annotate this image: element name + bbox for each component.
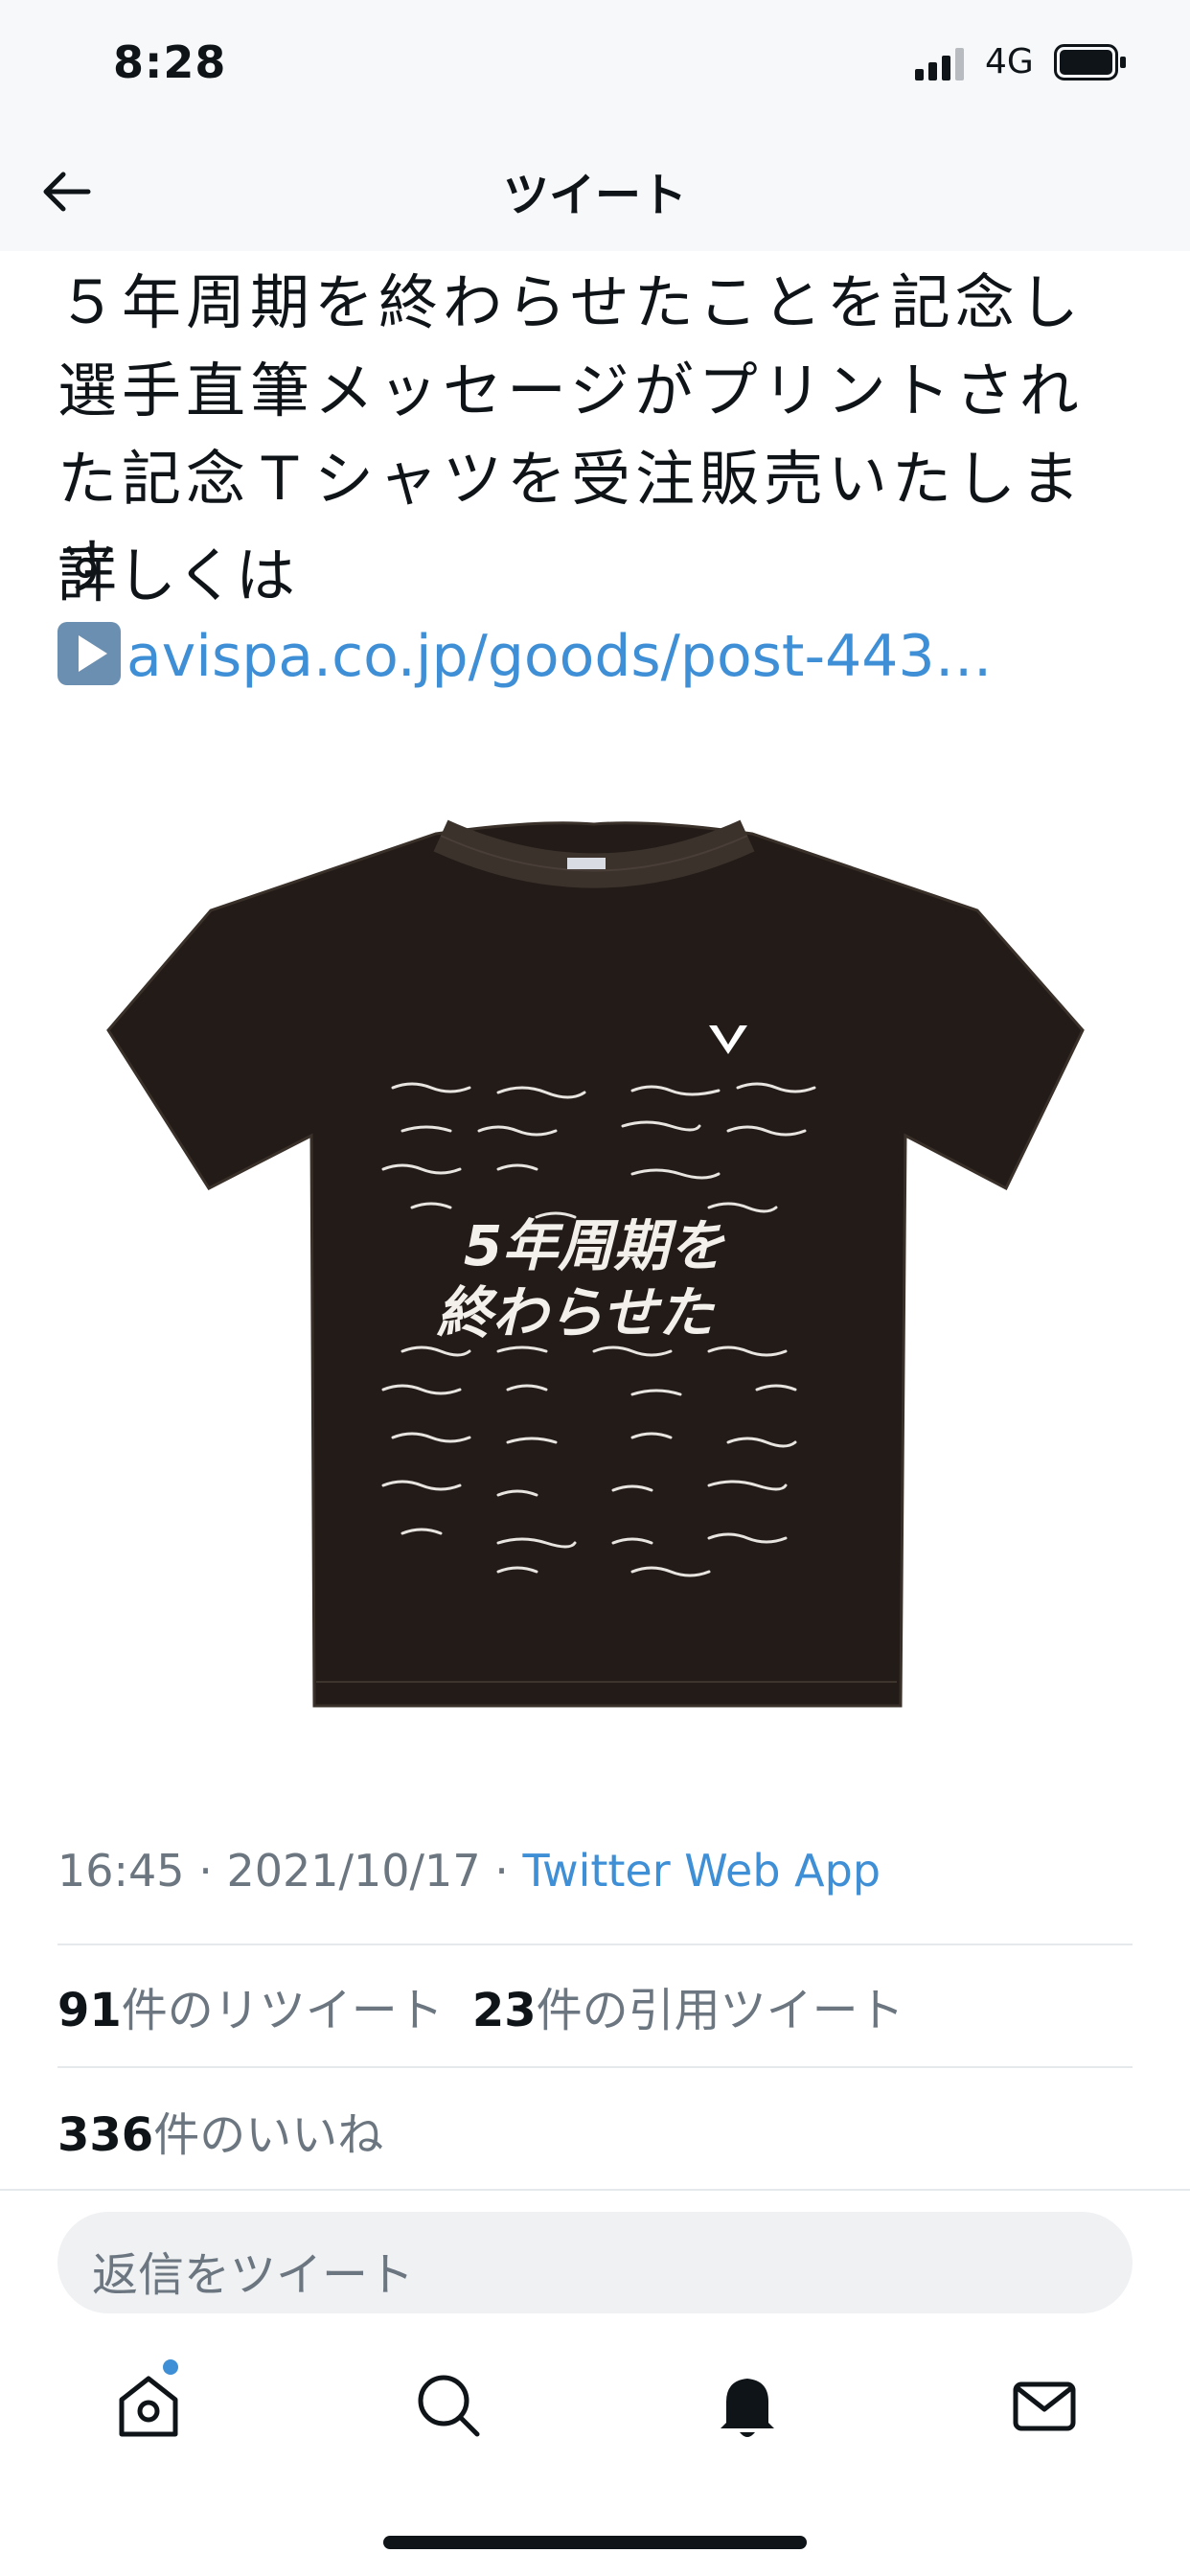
tweet-date: 2021/10/17: [226, 1845, 481, 1897]
tweet-link-row[interactable]: avispa.co.jp/goods/post-443…: [57, 613, 993, 700]
home-indicator: [383, 2536, 807, 2549]
notifications-icon[interactable]: [709, 2367, 786, 2444]
status-bar: 8:28 4G: [0, 0, 1190, 126]
search-icon[interactable]: [410, 2367, 487, 2444]
quotes-link[interactable]: 23件の引用ツイート: [472, 1984, 904, 2037]
likes-stats-row[interactable]: 336件のいいね: [57, 2097, 383, 2164]
messages-icon[interactable]: [1006, 2367, 1083, 2444]
tweet-detail-label: 詳しくは: [57, 540, 296, 610]
tweet-timestamp: 16:45 · 2021/10/17 · Twitter Web App: [57, 1845, 881, 1897]
home-icon[interactable]: [110, 2367, 187, 2444]
reply-placeholder: 返信をツイート: [92, 2248, 415, 2302]
shirt-headline-line2: 終わらせた: [437, 1280, 716, 1346]
meta-separator: ·: [480, 1845, 523, 1897]
status-time: 8:28: [113, 36, 227, 88]
quotes-label: 件の引用ツイート: [536, 1984, 904, 2037]
retweets-link[interactable]: 91件のリツイート: [57, 1984, 444, 2037]
tab-bar: [0, 2329, 1190, 2482]
quotes-count: 23: [471, 1984, 537, 2037]
meta-separator: ·: [184, 1845, 227, 1897]
retweet-stats-row: 91件のリツイート 23件の引用ツイート: [57, 1972, 904, 2039]
tweet-source[interactable]: Twitter Web App: [522, 1845, 881, 1897]
page-title: ツイート: [502, 169, 687, 222]
retweets-count: 91: [57, 1984, 122, 2037]
network-label: 4G: [985, 42, 1034, 81]
divider: [0, 2189, 1190, 2191]
tweet-time: 16:45: [57, 1845, 185, 1897]
signal-icon: [915, 48, 964, 80]
retweets-label: 件のリツイート: [121, 1984, 444, 2037]
reply-input[interactable]: 返信をツイート: [57, 2212, 1133, 2313]
battery-icon: [1054, 44, 1126, 80]
new-content-dot: [163, 2359, 178, 2375]
play-button-icon: [57, 622, 121, 685]
tweet-media-tshirt-image[interactable]: 5年周期を 終わらせた: [96, 815, 1092, 1715]
shirt-headline-line1: 5年周期を: [464, 1213, 725, 1278]
nav-bar: ツイート: [0, 126, 1190, 251]
divider: [57, 2066, 1133, 2068]
likes-count: 336: [57, 2108, 154, 2162]
likes-label: 件のいいね: [153, 2108, 384, 2162]
divider: [57, 1944, 1133, 1945]
tweet-link[interactable]: avispa.co.jp/goods/post-443…: [126, 623, 993, 690]
